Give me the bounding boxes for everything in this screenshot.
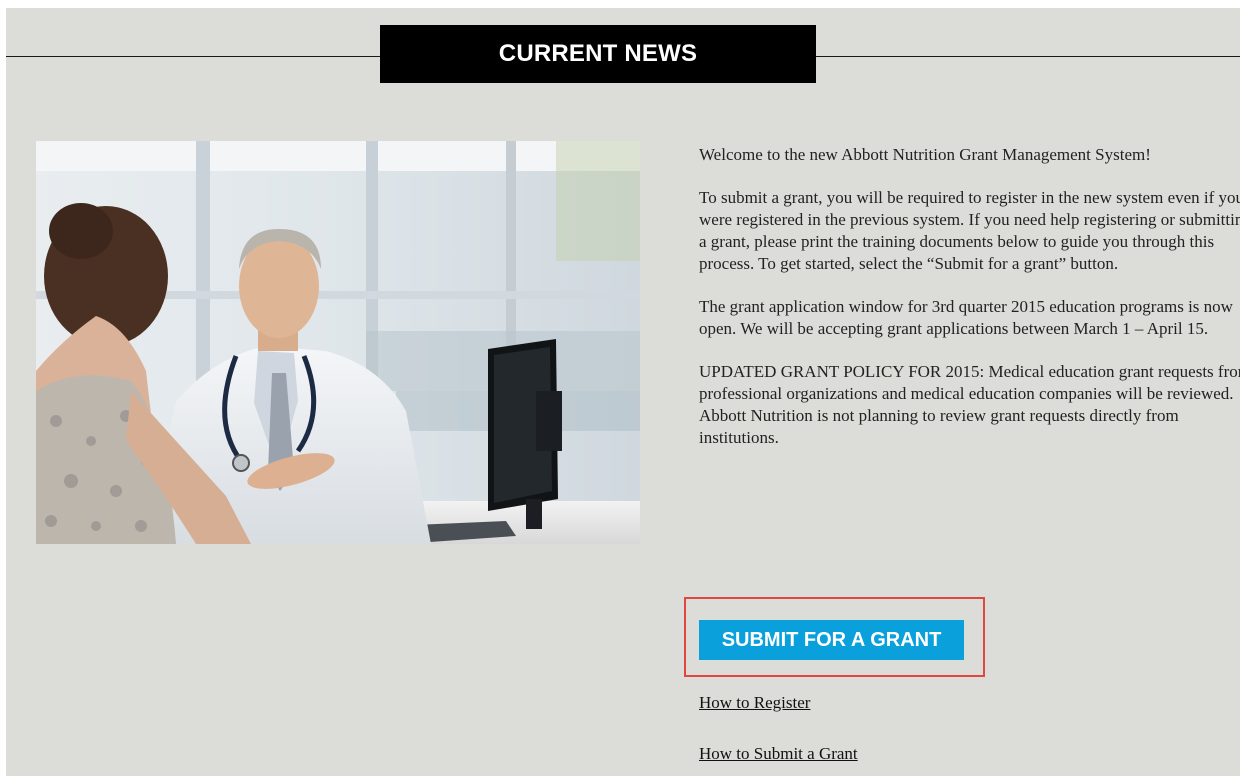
current-news-panel: CURRENT NEWS Welcome to the new Abbott N… bbox=[6, 8, 1240, 776]
how-to-submit-grant-link[interactable]: How to Submit a Grant bbox=[699, 744, 858, 764]
page: CURRENT NEWS Welcome to the new Abbott N… bbox=[0, 0, 1240, 776]
policy-update-paragraph: UPDATED GRANT POLICY FOR 2015: Medical e… bbox=[699, 362, 1240, 447]
header-rule-left bbox=[6, 56, 380, 57]
application-window-paragraph: The grant application window for 3rd qua… bbox=[699, 297, 1233, 338]
doctor-patient-photo bbox=[36, 141, 640, 544]
welcome-paragraph: Welcome to the new Abbott Nutrition Gran… bbox=[699, 145, 1151, 164]
submit-instructions-paragraph: To submit a grant, you will be required … bbox=[699, 188, 1240, 273]
how-to-register-link[interactable]: How to Register bbox=[699, 693, 810, 713]
header-rule-right bbox=[816, 56, 1240, 57]
news-text-column: Welcome to the new Abbott Nutrition Gran… bbox=[699, 144, 1240, 470]
submit-for-grant-button[interactable]: SUBMIT FOR A GRANT bbox=[699, 620, 964, 660]
current-news-heading: CURRENT NEWS bbox=[380, 25, 816, 83]
